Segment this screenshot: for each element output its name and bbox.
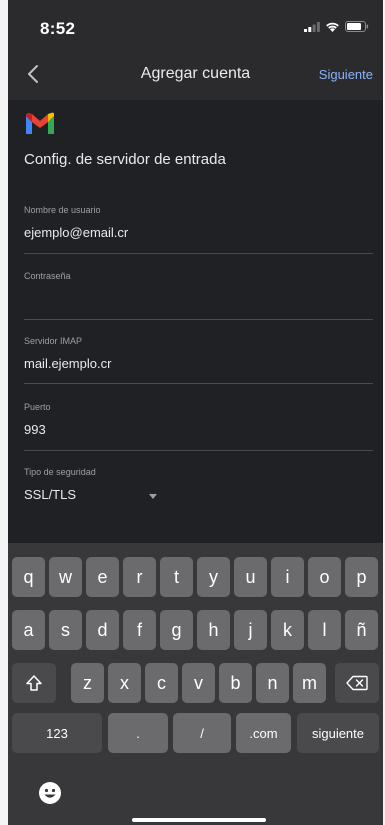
shift-key[interactable] (12, 663, 56, 703)
key-q[interactable]: q (12, 557, 45, 597)
slash-key[interactable]: / (173, 713, 231, 753)
security-type-value: SSL/TLS (24, 487, 77, 502)
dropdown-caret-icon (149, 494, 157, 499)
key-f[interactable]: f (123, 610, 156, 650)
key-g[interactable]: g (160, 610, 193, 650)
home-indicator (132, 818, 266, 822)
key-s[interactable]: s (49, 610, 82, 650)
section-title: Config. de servidor de entrada (24, 151, 226, 168)
imap-server-underline (24, 383, 373, 384)
key-d[interactable]: d (86, 610, 119, 650)
security-type-select[interactable]: Tipo de seguridad SSL/TLS (24, 467, 373, 517)
imap-server-label: Servidor IMAP (24, 336, 83, 346)
shift-icon (26, 675, 42, 691)
key-n[interactable]: n (256, 663, 289, 703)
key-l[interactable]: l (308, 610, 341, 650)
backspace-icon (346, 675, 368, 691)
port-value: 993 (24, 422, 46, 437)
username-underline (24, 253, 373, 254)
battery-icon (345, 21, 369, 32)
key-y[interactable]: y (197, 557, 230, 597)
key-t[interactable]: t (160, 557, 193, 597)
port-label: Puerto (24, 402, 51, 412)
phone-screen: 8:52 Agregar cuenta Siguiente Config. de… (8, 0, 383, 825)
imap-server-value: mail.ejemplo.cr (24, 356, 112, 371)
key-m[interactable]: m (293, 663, 326, 703)
key-r[interactable]: r (123, 557, 156, 597)
key-i[interactable]: i (271, 557, 304, 597)
key-z[interactable]: z (71, 663, 104, 703)
incoming-server-form: Config. de servidor de entrada Nombre de… (8, 100, 383, 542)
key-u[interactable]: u (234, 557, 267, 597)
imap-server-field[interactable]: Servidor IMAP mail.ejemplo.cr (24, 336, 373, 386)
key-v[interactable]: v (182, 663, 215, 703)
signal-icon (304, 22, 320, 32)
password-label: Contraseña (24, 271, 71, 281)
keyboard: q w e r t y u i o p a s d f g h j k l ñ … (8, 543, 383, 825)
port-underline (24, 450, 373, 451)
key-p[interactable]: p (345, 557, 378, 597)
status-icons (304, 21, 369, 32)
nav-bar: Agregar cuenta Siguiente (8, 48, 383, 100)
status-bar: 8:52 (8, 0, 383, 48)
numbers-key[interactable]: 123 (12, 713, 102, 753)
dotcom-key[interactable]: .com (236, 713, 291, 753)
wifi-icon (326, 22, 339, 32)
key-a[interactable]: a (12, 610, 45, 650)
password-field[interactable]: Contraseña (24, 271, 373, 321)
password-underline (24, 319, 373, 320)
next-button[interactable]: Siguiente (319, 67, 373, 82)
key-c[interactable]: c (145, 663, 178, 703)
port-field[interactable]: Puerto 993 (24, 402, 373, 452)
key-j[interactable]: j (234, 610, 267, 650)
key-h[interactable]: h (197, 610, 230, 650)
key-w[interactable]: w (49, 557, 82, 597)
username-label: Nombre de usuario (24, 205, 101, 215)
dot-key[interactable]: . (108, 713, 168, 753)
key-n-tilde[interactable]: ñ (345, 610, 378, 650)
key-x[interactable]: x (108, 663, 141, 703)
key-k[interactable]: k (271, 610, 304, 650)
key-b[interactable]: b (219, 663, 252, 703)
key-e[interactable]: e (86, 557, 119, 597)
status-time: 8:52 (40, 19, 76, 38)
security-type-label: Tipo de seguridad (24, 467, 96, 477)
return-key[interactable]: siguiente (297, 713, 379, 753)
username-field[interactable]: Nombre de usuario ejemplo@email.cr (24, 205, 373, 255)
username-value: ejemplo@email.cr (24, 225, 129, 240)
emoji-icon[interactable] (38, 781, 62, 805)
delete-key[interactable] (335, 663, 379, 703)
gmail-logo-icon (26, 112, 54, 134)
key-o[interactable]: o (308, 557, 341, 597)
